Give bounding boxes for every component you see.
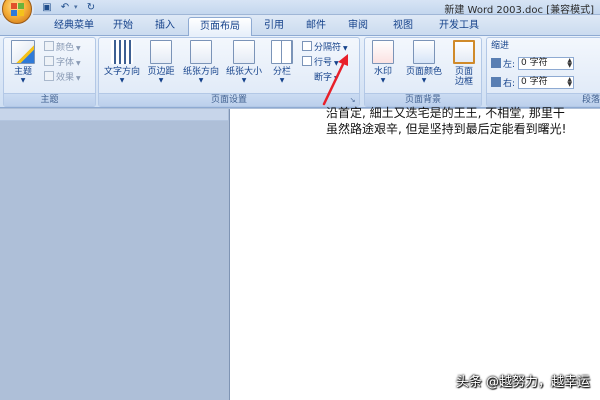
effects-icon (44, 71, 54, 81)
indent-right-row: 右: 0 字符 ▲ ▼ (491, 76, 575, 90)
breaks-icon (302, 41, 312, 51)
save-icon[interactable]: ▣ (40, 1, 54, 14)
page-borders-icon (453, 40, 475, 64)
indent-right-input[interactable]: 0 字符 ▲ ▼ (518, 76, 575, 89)
ribbon-tab-bar: 经典菜单 开始 插入 页面布局 引用 邮件 审阅 视图 开发工具 (0, 15, 600, 37)
watermark-icon (372, 40, 394, 64)
page-borders-label-line2: 边框 (454, 77, 473, 87)
chevron-down-icon: ▼ (198, 77, 204, 84)
page-borders-button[interactable]: 页面 边框 (449, 40, 479, 87)
tab-view[interactable]: 视图 (384, 17, 422, 36)
tab-classic-menu[interactable]: 经典菜单 (46, 17, 102, 36)
watermark-text: 头条 @越努力，越幸运 (455, 375, 590, 390)
tab-insert[interactable]: 插入 (146, 17, 184, 36)
columns-label: 分栏 (272, 67, 291, 77)
theme-group-label: 主题 (4, 93, 95, 106)
text-direction-icon (111, 40, 133, 64)
indent-right-value: 0 字符 (521, 77, 548, 87)
indent-left-value: 0 字符 (521, 58, 548, 68)
indent-left-row: 左: 0 字符 ▲ ▼ (491, 57, 575, 71)
chevron-down-icon: ▼ (158, 77, 164, 84)
spinner-arrows-icon[interactable]: ▲ ▼ (567, 58, 572, 69)
orientation-label: 纸张方向 (182, 67, 219, 77)
themes-label: 主题 (13, 67, 32, 77)
palette-icon (44, 41, 54, 51)
tab-references[interactable]: 引用 (256, 17, 292, 36)
page-size-icon (233, 40, 255, 64)
page-color-icon (413, 40, 435, 64)
hyphenation-icon (302, 71, 312, 81)
page-color-label: 页面颜色 (405, 67, 442, 77)
spinner-arrows-icon[interactable]: ▲ ▼ (567, 77, 572, 88)
indent-right-icon (491, 77, 501, 87)
theme-colors-label: 颜色 (56, 43, 75, 53)
chevron-down-icon: ▼ (76, 45, 81, 52)
chevron-down-icon: ▼ (380, 77, 386, 84)
ruler-strip (0, 109, 228, 121)
theme-fonts-button[interactable]: 字体 ▼ (44, 56, 81, 69)
indent-left-icon (491, 58, 501, 68)
document-text-line[interactable]: 虽然路途艰辛, 但是坚持到最后定能看到曙光! (326, 120, 566, 137)
document-page[interactable]: 沿首定, 細土又迭宅是的王王, 不相堂, 那里干 虽然路途艰辛, 但是坚持到最后… (229, 106, 600, 400)
annotation-arrow-icon (322, 54, 348, 106)
theme-colors-button[interactable]: 颜色 ▼ (44, 41, 81, 54)
page-background-group: 水印 ▼ 页面颜色 ▼ 页面 边框 页面背景 (364, 37, 482, 107)
chevron-down-icon: ▼ (421, 77, 427, 84)
chevron-down-icon: ▼ (343, 45, 348, 52)
tab-home[interactable]: 开始 (104, 17, 142, 36)
indent-left-input[interactable]: 0 字符 ▲ ▼ (518, 57, 575, 70)
page-borders-label-line1: 页面 (454, 67, 473, 77)
ribbon: 主题 ▼ 颜色 ▼ 字体 ▼ 效果 ▼ 主题 文字方向 ▼ 页边距 ▼ 纸张方向 ▼ (0, 36, 600, 108)
tab-developer[interactable]: 开发工具 (430, 17, 488, 36)
chevron-down-icon: ▼ (20, 77, 26, 84)
margins-button[interactable]: 页边距 ▼ (143, 40, 179, 85)
line-numbers-icon (302, 56, 312, 66)
paragraph-group: 缩进 左: 0 字符 ▲ ▼ 右: 0 字符 ▲ ▼ 段落 (486, 37, 600, 107)
orientation-button[interactable]: 纸张方向 ▼ (180, 40, 222, 85)
page-color-button[interactable]: 页面颜色 ▼ (401, 40, 447, 85)
columns-icon (271, 40, 293, 64)
page-size-label: 纸张大小 (225, 67, 262, 77)
office-logo-icon (11, 3, 24, 16)
workspace-left-margin (0, 109, 228, 400)
window-title: 新建 Word 2003.doc [兼容模式] (444, 5, 594, 16)
tab-review[interactable]: 审阅 (340, 17, 376, 36)
theme-effects-button[interactable]: 效果 ▼ (44, 71, 81, 84)
text-direction-button[interactable]: 文字方向 ▼ (101, 40, 143, 85)
theme-fonts-label: 字体 (56, 58, 75, 68)
margins-label: 页边距 (147, 67, 175, 77)
themes-button[interactable]: 主题 ▼ (8, 40, 38, 85)
margins-icon (150, 40, 172, 64)
font-a-icon (44, 56, 54, 66)
text-direction-label: 文字方向 (103, 67, 140, 77)
theme-group: 主题 ▼ 颜色 ▼ 字体 ▼ 效果 ▼ 主题 (3, 37, 96, 107)
redo-icon[interactable]: ↻ (84, 1, 98, 14)
indent-right-label: 右: (503, 79, 516, 89)
tab-page-layout[interactable]: 页面布局 (188, 17, 252, 37)
chevron-down-icon: ▼ (119, 77, 125, 84)
chevron-down-icon: ▼ (76, 60, 81, 67)
theme-effects-label: 效果 (56, 73, 75, 83)
chevron-down-icon: ▼ (241, 77, 247, 84)
indent-title: 缩进 (491, 41, 510, 51)
title-bar: ▣ ↶ ▾ ↻ 新建 Word 2003.doc [兼容模式] (0, 0, 600, 24)
themes-icon (11, 40, 35, 64)
chevron-down-icon: ▼ (76, 75, 81, 82)
chevron-down-icon: ▼ (279, 77, 285, 84)
columns-button[interactable]: 分栏 ▼ (267, 40, 297, 85)
orientation-icon (190, 40, 212, 64)
watermark-label: 水印 (373, 67, 392, 77)
page-size-button[interactable]: 纸张大小 ▼ (223, 40, 265, 85)
watermark-button[interactable]: 水印 ▼ (367, 40, 399, 85)
undo-dropdown-icon[interactable]: ▾ (74, 3, 78, 11)
undo-icon[interactable]: ↶ (58, 1, 72, 14)
document-text-line[interactable]: 沿首定, 細土又迭宅是的王王, 不相堂, 那里干 (326, 104, 565, 121)
indent-left-label: 左: (503, 60, 516, 70)
tab-mailings[interactable]: 邮件 (298, 17, 334, 36)
